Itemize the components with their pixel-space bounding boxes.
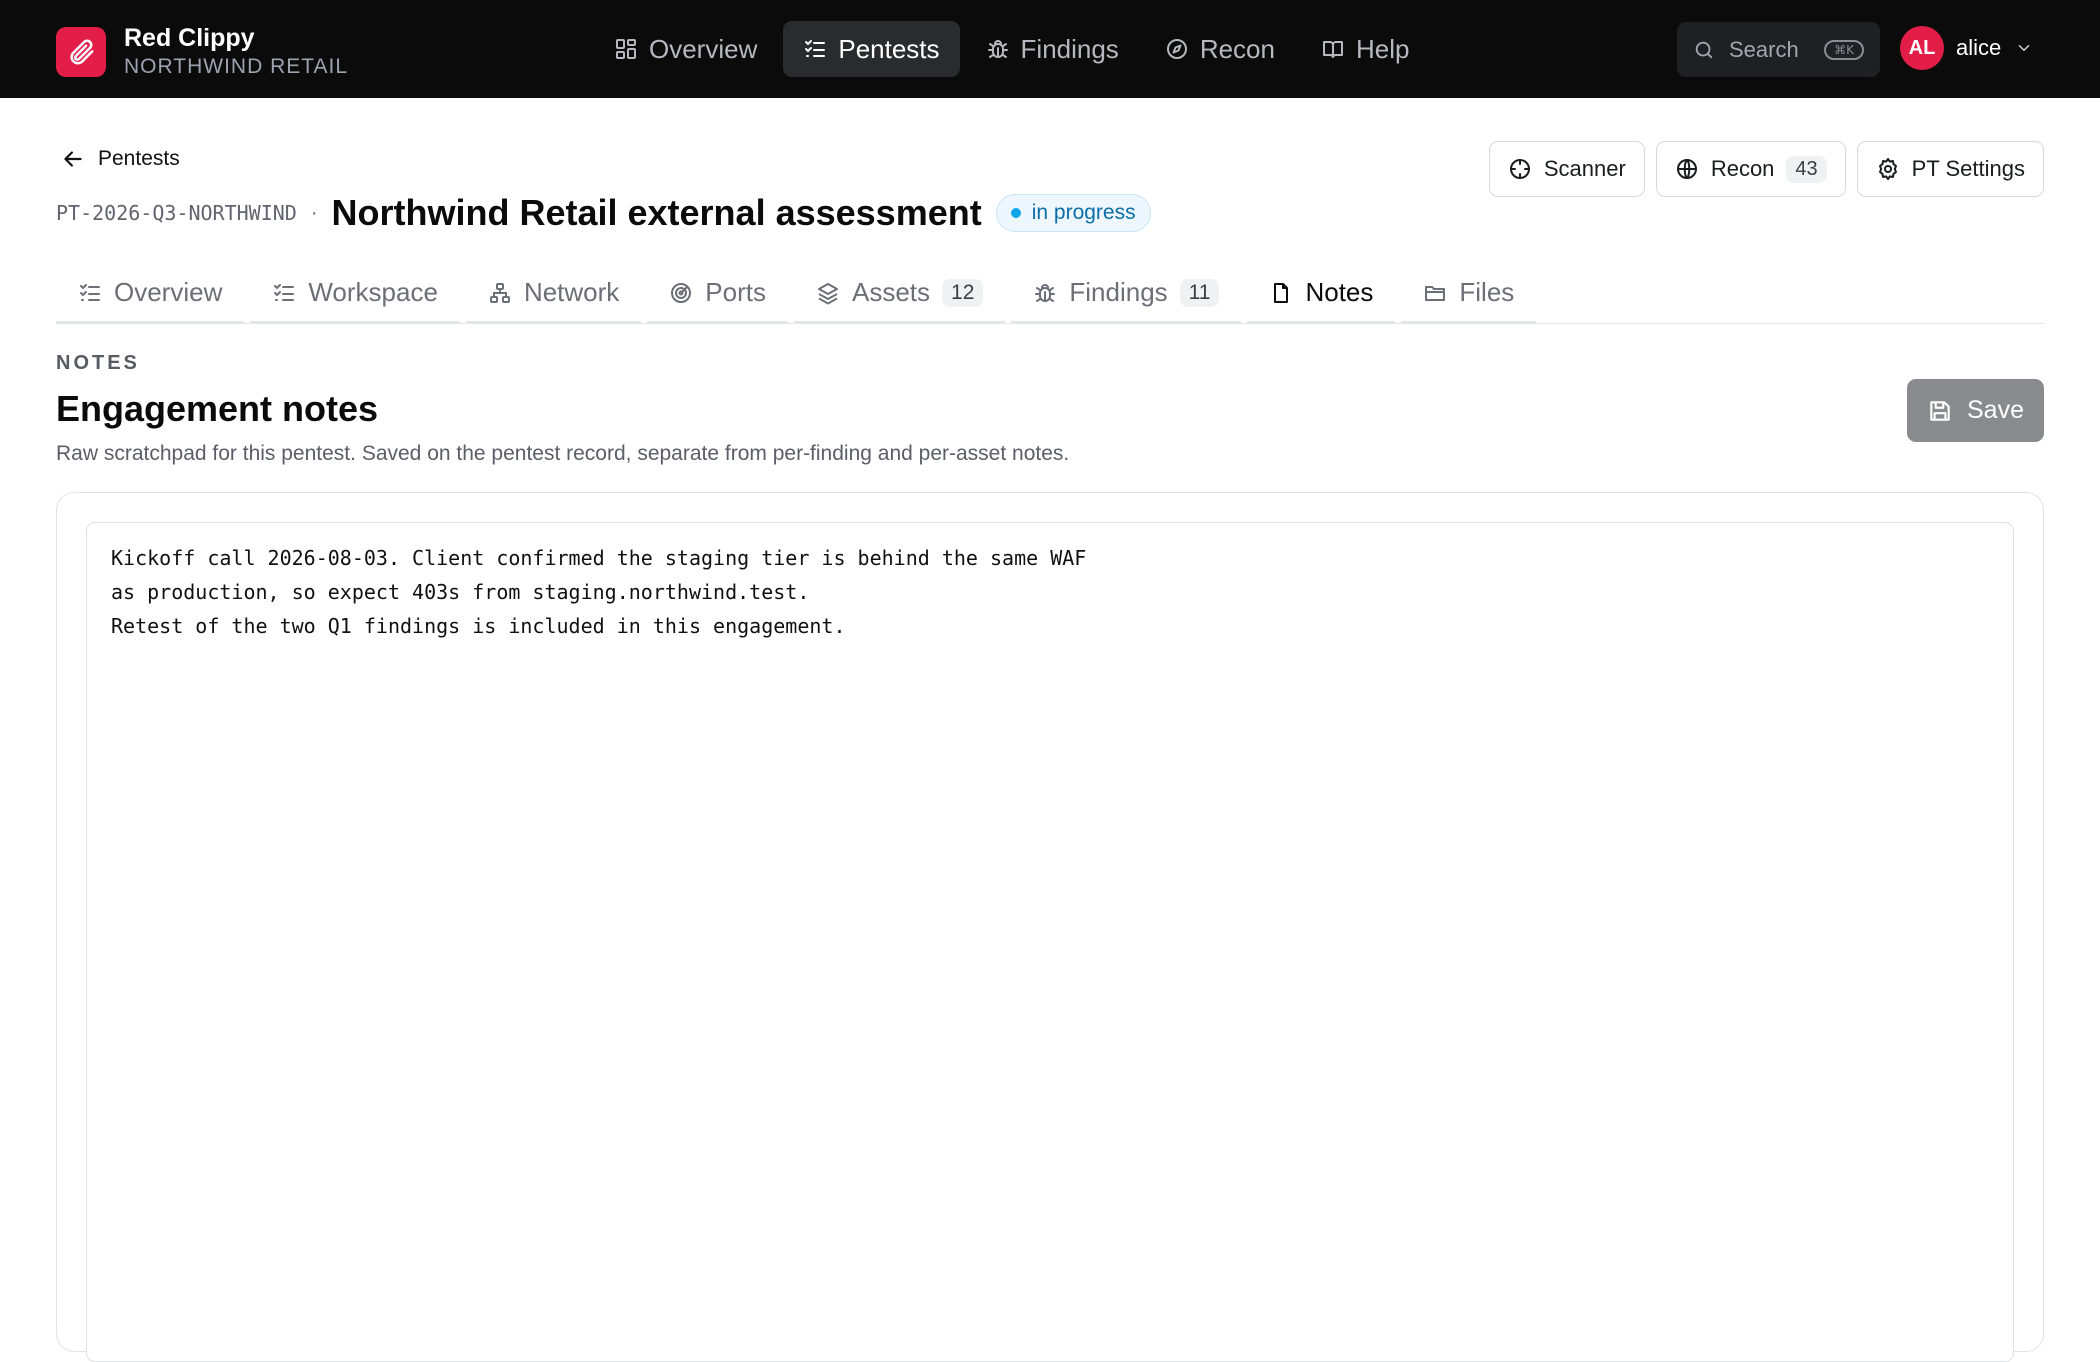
tab-overview[interactable]: Overview: [56, 264, 245, 324]
pt-settings-label: PT Settings: [1911, 156, 2025, 181]
gear-icon: [1878, 158, 1897, 180]
back-link-label: Pentests: [98, 147, 180, 170]
search-shortcut: ⌘K: [1824, 39, 1864, 60]
tab-label: Ports: [705, 277, 766, 307]
search-button[interactable]: Search ⌘K: [1677, 22, 1880, 77]
nav-item-recon[interactable]: Recon: [1145, 21, 1295, 77]
pentest-tabs: Overview Workspace Network Ports Assets …: [56, 264, 2044, 324]
tab-count: 11: [1179, 278, 1220, 307]
recon-button[interactable]: Recon 43: [1655, 141, 1846, 197]
separator: ·: [310, 201, 318, 224]
main-nav: Overview Pentests Findings Recon Help: [594, 21, 1435, 77]
brand-org: NORTHWIND RETAIL: [124, 55, 349, 78]
nav-item-label: Overview: [649, 33, 758, 64]
tab-label: Assets: [851, 277, 931, 307]
paperclip-icon: [56, 27, 106, 77]
tab-label: Network: [523, 277, 620, 307]
tab-network[interactable]: Network: [465, 264, 642, 324]
tab-label: Overview: [114, 277, 223, 307]
status-dot-icon: [1010, 208, 1021, 218]
pt-settings-button[interactable]: PT Settings: [1856, 141, 2044, 197]
tab-assets[interactable]: Assets 12: [793, 264, 1006, 324]
nav-item-findings[interactable]: Findings: [966, 21, 1139, 77]
scanner-button[interactable]: Scanner: [1488, 141, 1645, 197]
network-icon: [489, 282, 510, 303]
checklist-icon: [805, 40, 826, 57]
tab-label: Notes: [1305, 277, 1374, 307]
section-label: NOTES: [56, 352, 140, 374]
grid-icon: [616, 39, 636, 59]
tab-findings[interactable]: Findings 11: [1011, 264, 1242, 324]
book-icon: [1322, 41, 1343, 58]
nav-item-label: Findings: [1020, 33, 1119, 64]
radar-icon: [671, 282, 692, 303]
status-label: in progress: [1031, 201, 1136, 224]
brand-name: Red Clippy: [124, 24, 255, 52]
search-icon: [1695, 41, 1713, 58]
nav-item-label: Pentests: [838, 33, 940, 64]
tab-label: Workspace: [308, 277, 438, 307]
file-icon: [1274, 282, 1289, 303]
layers-icon: [817, 282, 838, 304]
nav-item-label: Recon: [1199, 33, 1275, 64]
tab-label: Findings: [1069, 277, 1168, 307]
recon-count: 43: [1786, 155, 1827, 183]
tab-ports[interactable]: Ports: [647, 264, 788, 324]
tab-label: Files: [1459, 277, 1515, 307]
folder-icon: [1425, 285, 1446, 301]
search-placeholder: Search: [1729, 36, 1799, 62]
arrow-left-icon: [64, 151, 82, 167]
user-name: alice: [1956, 35, 2002, 60]
bug-icon: [987, 40, 1008, 58]
pentest-id: PT-2026-Q3-NORTHWIND: [56, 201, 297, 225]
page-header: PT-2026-Q3-NORTHWIND · Northwind Retail …: [56, 192, 1151, 234]
nav-item-pentests[interactable]: Pentests: [783, 21, 960, 77]
top-bar: Red Clippy NORTHWIND RETAIL Overview Pen…: [0, 0, 2100, 98]
notes-line: Kickoff call 2026-08-03. Client confirme…: [111, 546, 1087, 570]
tab-count: 12: [942, 278, 984, 307]
save-button[interactable]: Save: [1907, 379, 2044, 442]
notes-line: Retest of the two Q1 findings is include…: [111, 614, 846, 638]
nav-item-overview[interactable]: Overview: [594, 21, 777, 77]
tab-notes[interactable]: Notes: [1247, 264, 1396, 324]
page-title: Northwind Retail external assessment: [331, 192, 982, 233]
status-badge: in progress: [995, 194, 1151, 232]
notes-description: Raw scratchpad for this pentest. Saved o…: [56, 442, 1070, 465]
tab-files[interactable]: Files: [1401, 264, 1537, 324]
globe-icon: [1676, 159, 1697, 179]
crosshair-icon: [1509, 159, 1530, 179]
scanner-label: Scanner: [1543, 156, 1626, 181]
save-label: Save: [1967, 396, 2024, 424]
notes-line: as production, so expect 403s from stagi…: [111, 580, 810, 604]
recon-label: Recon: [1710, 156, 1775, 181]
notes-card: Kickoff call 2026-08-03. Client confirme…: [56, 492, 2044, 1362]
tab-workspace[interactable]: Workspace: [250, 264, 460, 324]
checklist-icon: [274, 283, 295, 301]
back-link[interactable]: Pentests: [60, 146, 180, 172]
compass-icon: [1166, 39, 1187, 59]
nav-item-label: Help: [1355, 33, 1410, 64]
user-menu[interactable]: AL alice: [1900, 26, 2033, 70]
nav-item-help[interactable]: Help: [1301, 21, 1429, 77]
brand[interactable]: Red Clippy NORTHWIND RETAIL: [56, 23, 348, 81]
save-icon: [1930, 400, 1950, 421]
checklist-icon: [80, 283, 100, 301]
avatar: AL: [1900, 26, 1944, 70]
bug-icon: [1035, 283, 1056, 302]
header-actions: Scanner Recon 43 PT Settings: [1478, 141, 2044, 197]
notes-editor[interactable]: Kickoff call 2026-08-03. Client confirme…: [86, 522, 2014, 1362]
chevron-down-icon: [2019, 45, 2030, 52]
notes-title: Engagement notes: [56, 388, 379, 429]
